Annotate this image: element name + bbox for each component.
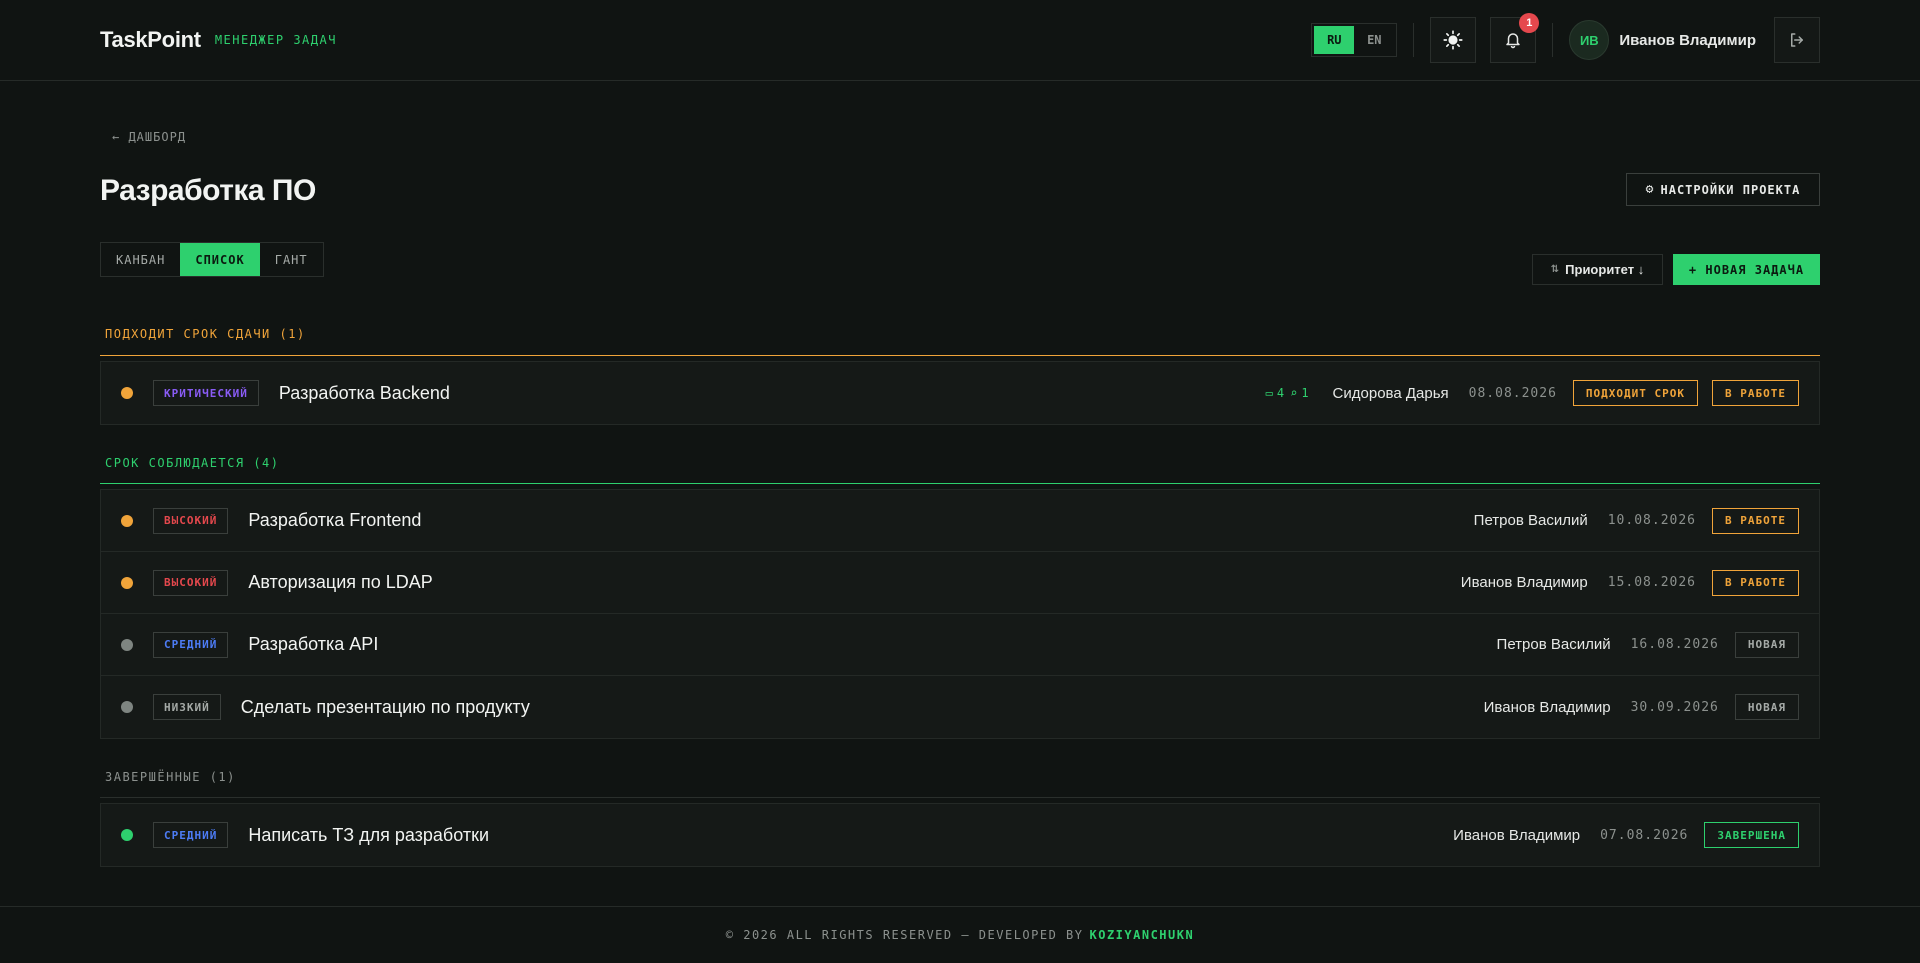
lang-ru-button[interactable]: RU <box>1314 26 1355 54</box>
due-date: 15.08.2026 <box>1607 575 1697 590</box>
tab-kanban[interactable]: КАНБАН <box>101 243 180 276</box>
task-title[interactable]: Разработка Backend <box>279 383 450 404</box>
priority-badge: СРЕДНИЙ <box>153 822 229 848</box>
sort-priority-button[interactable]: ⇅ Приоритет ↓ <box>1532 254 1663 285</box>
footer-author-link[interactable]: KOZIYANCHUKN <box>1090 928 1195 942</box>
bell-icon <box>1506 33 1521 49</box>
avatar: ИВ <box>1569 20 1610 60</box>
group-label-due-soon: ПОДХОДИТ СРОК СДАЧИ (1) <box>105 327 306 341</box>
status-badge: В РАБОТЕ <box>1712 507 1799 534</box>
task-title[interactable]: Разработка Frontend <box>248 510 421 531</box>
assignee: Иванов Владимир <box>1453 826 1581 844</box>
app-logo[interactable]: TaskPoint <box>100 27 201 53</box>
priority-badge: ВЫСОКИЙ <box>153 569 229 596</box>
project-settings-button[interactable]: ⚙ НАСТРОЙКИ ПРОЕКТА <box>1626 173 1820 206</box>
table-row[interactable]: НИЗКИЙ Сделать презентацию по продукту И… <box>101 676 1819 738</box>
deadline-badge: ПОДХОДИТ СРОК <box>1572 380 1699 406</box>
table-row[interactable]: ВЫСОКИЙ Разработка Frontend Петров Васил… <box>101 490 1819 552</box>
status-dot <box>121 387 133 399</box>
header-controls: RU EN 1 ИВ Иванов Владимир <box>1311 13 1820 63</box>
group-label-on-time: СРОК СОБЛЮДАЕТСЯ (4) <box>105 456 280 470</box>
due-date: 07.08.2026 <box>1600 827 1689 843</box>
table-row[interactable]: ВЫСОКИЙ Авторизация по LDAP Иванов Влади… <box>101 552 1819 614</box>
notification-count-badge: 1 <box>1519 13 1540 33</box>
status-badge: НОВАЯ <box>1734 694 1799 720</box>
user-name: Иванов Владимир <box>1619 31 1756 49</box>
status-badge: ЗАВЕРШЕНА <box>1704 822 1799 848</box>
task-title[interactable]: Авторизация по LDAP <box>248 572 432 593</box>
task-meta: Петров Василий 16.08.2026 НОВАЯ <box>1496 631 1799 658</box>
paperclip-icon: ⌕ <box>1290 386 1298 400</box>
status-dot <box>121 829 133 841</box>
view-switcher: КАНБАН СПИСОК ГАНТ <box>100 242 324 277</box>
task-meta: Иванов Владимир 15.08.2026 В РАБОТЕ <box>1460 569 1799 596</box>
gear-icon: ⚙ <box>1645 182 1655 197</box>
task-meta: Петров Василий 10.08.2026 В РАБОТЕ <box>1473 507 1799 534</box>
task-counters: ▭ 4 ⌕ 1 <box>1266 386 1315 400</box>
status-dot <box>121 576 133 589</box>
new-task-button[interactable]: + НОВАЯ ЗАДАЧА <box>1673 254 1820 285</box>
task-title[interactable]: Сделать презентацию по продукту <box>241 697 530 718</box>
comment-count: 4 <box>1276 386 1285 400</box>
assignee: Петров Василий <box>1496 636 1611 653</box>
attachment-count: 1 <box>1301 386 1309 400</box>
assignee: Петров Василий <box>1473 512 1588 529</box>
group-divider <box>100 355 1820 356</box>
status-dot <box>121 638 133 651</box>
logout-icon <box>1791 33 1803 47</box>
status-dot <box>121 514 133 527</box>
status-badge: НОВАЯ <box>1734 631 1799 658</box>
sun-icon <box>1443 30 1463 50</box>
status-dot <box>121 701 133 713</box>
page-title: Разработка ПО <box>100 174 316 207</box>
task-title[interactable]: Разработка API <box>248 634 378 655</box>
table-row[interactable]: СРЕДНИЙ Написать ТЗ для разработки Ивано… <box>101 804 1819 866</box>
group-label-done: ЗАВЕРШЁННЫЕ (1) <box>105 770 236 784</box>
priority-badge: НИЗКИЙ <box>153 694 221 720</box>
assignee: Иванов Владимир <box>1483 698 1611 716</box>
sort-label: Приоритет ↓ <box>1565 262 1645 277</box>
due-date: 10.08.2026 <box>1607 513 1697 528</box>
task-title[interactable]: Написать ТЗ для разработки <box>248 825 489 846</box>
priority-badge: СРЕДНИЙ <box>153 631 229 658</box>
task-list-due-soon: КРИТИЧЕСКИЙ Разработка Backend ▭ 4 ⌕ 1 С… <box>100 361 1820 425</box>
assignee: Сидорова Дарья <box>1332 384 1449 402</box>
task-meta: Иванов Владимир 30.09.2026 НОВАЯ <box>1484 694 1799 720</box>
sort-icon: ⇅ <box>1550 264 1560 275</box>
project-settings-label: НАСТРОЙКИ ПРОЕКТА <box>1660 182 1801 197</box>
tab-list[interactable]: СПИСОК <box>180 243 260 276</box>
priority-badge: КРИТИЧЕСКИЙ <box>153 380 259 406</box>
back-to-dashboard-link[interactable]: ← ДАШБОРД <box>112 130 186 144</box>
task-list-on-time: ВЫСОКИЙ Разработка Frontend Петров Васил… <box>100 489 1820 739</box>
task-meta: Иванов Владимир 07.08.2026 ЗАВЕРШЕНА <box>1453 822 1799 848</box>
logout-button[interactable] <box>1774 17 1820 63</box>
footer-text: © 2026 ALL RIGHTS RESERVED — DEVELOPED B… <box>725 928 1084 942</box>
group-divider <box>100 797 1820 798</box>
user-menu[interactable]: ИВ Иванов Владимир <box>1569 20 1756 60</box>
due-date: 30.09.2026 <box>1630 699 1719 715</box>
table-row[interactable]: СРЕДНИЙ Разработка API Петров Василий 16… <box>101 614 1819 676</box>
group-divider <box>100 483 1820 484</box>
status-badge: В РАБОТЕ <box>1712 569 1799 596</box>
due-date: 08.08.2026 <box>1468 385 1557 401</box>
app-subtitle: МЕНЕДЖЕР ЗАДАЧ <box>214 33 337 47</box>
status-badge: В РАБОТЕ <box>1712 380 1799 406</box>
task-list-done: СРЕДНИЙ Написать ТЗ для разработки Ивано… <box>100 803 1820 867</box>
assignee: Иванов Владимир <box>1460 574 1588 591</box>
divider <box>1552 23 1554 57</box>
notifications-button[interactable]: 1 <box>1490 13 1540 63</box>
task-meta: ▭ 4 ⌕ 1 Сидорова Дарья 08.08.2026 ПОДХОД… <box>1266 380 1799 406</box>
due-date: 16.08.2026 <box>1630 637 1719 652</box>
page-footer: © 2026 ALL RIGHTS RESERVED — DEVELOPED B… <box>0 906 1920 963</box>
theme-toggle-button[interactable] <box>1430 17 1477 63</box>
lang-en-button[interactable]: EN <box>1354 26 1394 54</box>
top-header: TaskPoint МЕНЕДЖЕР ЗАДАЧ RU EN 1 ИВ Иван… <box>0 0 1920 81</box>
language-switcher: RU EN <box>1311 23 1398 57</box>
comment-icon: ▭ <box>1265 386 1273 400</box>
tab-gantt[interactable]: ГАНТ <box>260 243 323 276</box>
table-row[interactable]: КРИТИЧЕСКИЙ Разработка Backend ▭ 4 ⌕ 1 С… <box>101 362 1819 424</box>
divider <box>1413 23 1415 57</box>
priority-badge: ВЫСОКИЙ <box>153 507 229 534</box>
